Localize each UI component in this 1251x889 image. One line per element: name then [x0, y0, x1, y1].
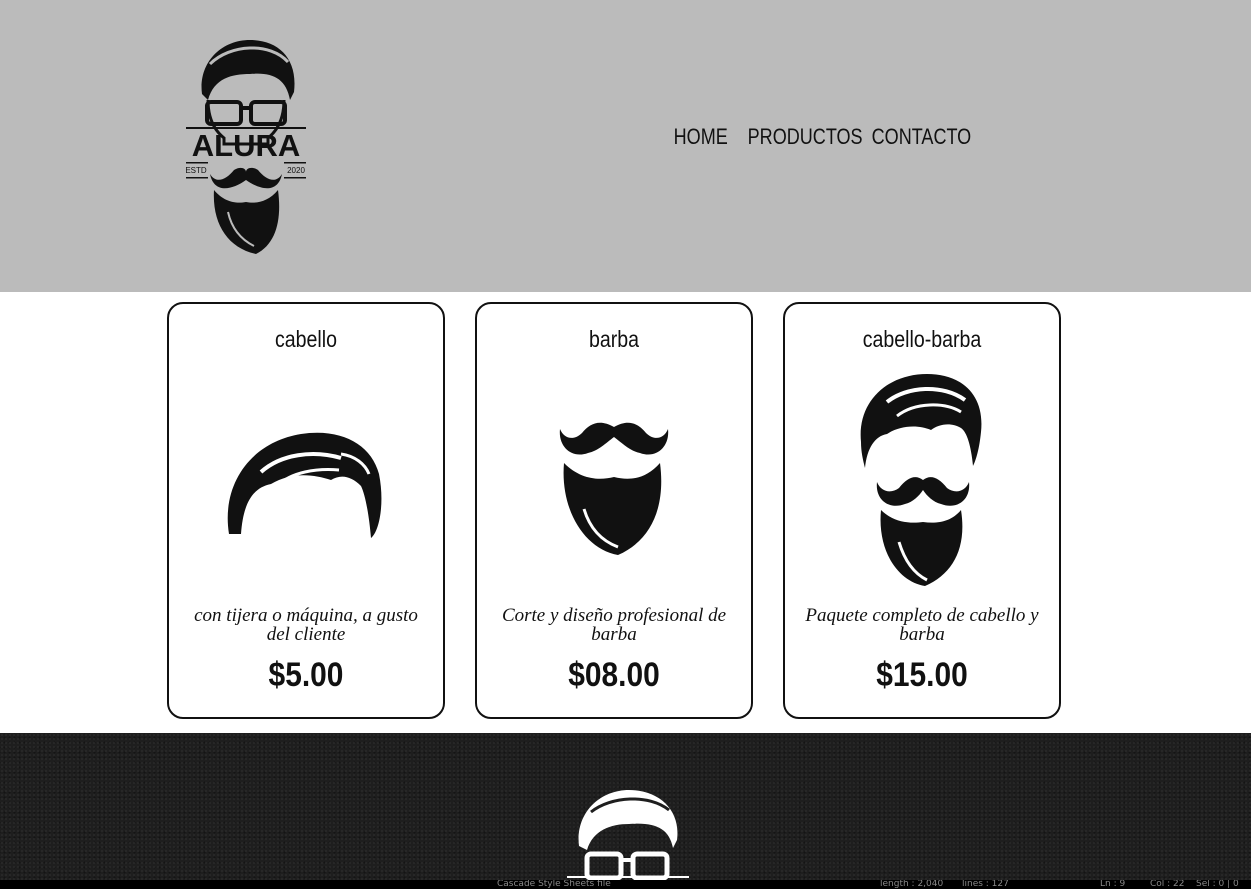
product-card-cabello-barba[interactable]: cabello-barba Paquete completo de cabell…	[783, 302, 1061, 719]
product-price: $15.00	[876, 656, 968, 694]
product-title: cabello-barba	[862, 326, 982, 352]
barber-face-logo-icon	[567, 790, 689, 881]
svg-text:ESTD: ESTD	[185, 166, 207, 175]
status-lines: lines : 127	[962, 880, 1009, 889]
nav-productos-link[interactable]: PRODUCTOS	[746, 124, 863, 150]
hair-icon	[169, 374, 443, 594]
product-card-cabello[interactable]: cabello con tijera o máquina, a gusto de…	[167, 302, 445, 719]
product-title: barba	[588, 326, 639, 352]
products-section: cabello con tijera o máquina, a gusto de…	[167, 302, 1067, 722]
site-header: ALURA ESTD 2020 HOME PRODUCTOS CONTACTO	[0, 0, 1251, 292]
product-price: $5.00	[268, 656, 344, 694]
editor-statusbar: Cascade Style Sheets file length : 2,040…	[0, 880, 1251, 889]
svg-text:2020: 2020	[287, 166, 305, 175]
status-sel: Sel : 0 | 0	[1196, 880, 1239, 889]
status-file-type: Cascade Style Sheets file	[497, 880, 611, 889]
nav-contacto-link[interactable]: CONTACTO	[870, 124, 972, 150]
product-price: $08.00	[568, 656, 660, 694]
beard-icon	[477, 374, 751, 594]
alura-logo[interactable]: ALURA ESTD 2020	[180, 34, 312, 256]
product-title: cabello	[275, 326, 337, 352]
product-description: Corte y diseño profesional de barba	[501, 605, 727, 645]
nav-home-link[interactable]: HOME	[672, 124, 733, 150]
product-card-barba[interactable]: barba Corte y diseño profesional de barb…	[475, 302, 753, 719]
product-description: con tijera o máquina, a gusto del client…	[194, 605, 418, 645]
status-col: Col : 22	[1150, 880, 1185, 889]
barber-face-logo-icon: ALURA ESTD 2020	[185, 40, 306, 254]
logo-brand-text: ALURA	[192, 128, 301, 163]
product-description: Paquete completo de cabello y barba	[805, 605, 1039, 645]
main-nav: HOME PRODUCTOS CONTACTO	[672, 124, 974, 150]
site-footer	[0, 733, 1251, 889]
footer-logo[interactable]	[565, 788, 691, 888]
status-length: length : 2,040	[880, 880, 944, 889]
hair-and-beard-icon	[785, 373, 1059, 594]
status-line: Ln : 9	[1100, 880, 1126, 889]
